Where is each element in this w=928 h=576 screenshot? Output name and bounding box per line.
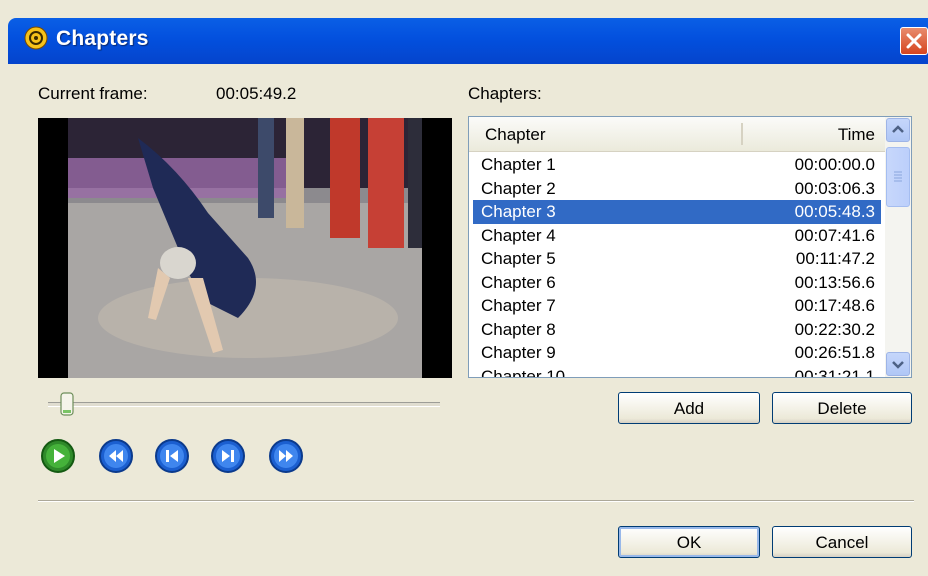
current-frame-label: Current frame: bbox=[38, 84, 148, 103]
chapters-dialog: Chapters Current frame: 00:05:49.2 Chapt… bbox=[0, 0, 928, 576]
chapter-rows: Chapter 1 00:00:00.0 Chapter 2 00:03:06.3 … bbox=[473, 153, 881, 378]
close-button[interactable] bbox=[900, 27, 928, 55]
list-item[interactable]: Chapter 7 00:17:48.6 bbox=[473, 294, 881, 318]
step-forward-button[interactable] bbox=[210, 438, 246, 474]
chapter-name: Chapter 1 bbox=[481, 155, 556, 174]
video-frame-image bbox=[38, 118, 452, 378]
chapter-time: 00:03:06.3 bbox=[794, 178, 875, 198]
chapters-label: Chapters: bbox=[468, 84, 542, 103]
video-preview bbox=[38, 118, 452, 378]
position-slider-thumb[interactable] bbox=[60, 392, 74, 416]
scroll-thumb[interactable] bbox=[886, 147, 910, 207]
list-item[interactable]: Chapter 4 00:07:41.6 bbox=[473, 224, 881, 248]
play-icon bbox=[41, 439, 75, 473]
chapter-name: Chapter 9 bbox=[481, 343, 556, 362]
chapter-name: Chapter 6 bbox=[481, 272, 556, 292]
rewind-icon bbox=[99, 439, 133, 473]
column-header-time[interactable]: Time bbox=[838, 125, 875, 145]
chapter-time: 00:00:00.0 bbox=[794, 155, 875, 174]
chevron-up-icon bbox=[892, 125, 904, 133]
position-slider-track[interactable] bbox=[48, 402, 440, 407]
chapter-time: 00:13:56.6 bbox=[794, 272, 875, 292]
close-icon bbox=[906, 33, 922, 49]
column-header-chapter[interactable]: Chapter bbox=[485, 125, 545, 145]
title-bar[interactable]: Chapters bbox=[8, 18, 928, 64]
chapter-name: Chapter 2 bbox=[481, 178, 556, 198]
add-button[interactable]: Add bbox=[618, 392, 760, 424]
chapter-name: Chapter 3 bbox=[481, 202, 556, 221]
chapter-time: 00:22:30.2 bbox=[794, 319, 875, 339]
current-frame-value: 00:05:49.2 bbox=[216, 84, 297, 103]
list-item[interactable]: Chapter 8 00:22:30.2 bbox=[473, 318, 881, 342]
column-divider[interactable] bbox=[741, 123, 743, 145]
window-title: Chapters bbox=[56, 27, 149, 50]
step-back-icon bbox=[155, 439, 189, 473]
chapter-time: 00:31:21.1 bbox=[794, 366, 875, 378]
step-back-button[interactable] bbox=[154, 438, 190, 474]
list-header: Chapter Time bbox=[469, 117, 885, 152]
delete-button[interactable]: Delete bbox=[772, 392, 912, 424]
chapter-time: 00:11:47.2 bbox=[795, 249, 875, 268]
cancel-button[interactable]: Cancel bbox=[772, 526, 912, 558]
scroll-up-button[interactable] bbox=[886, 118, 910, 142]
fast-forward-button[interactable] bbox=[268, 438, 304, 474]
chapters-list[interactable]: Chapter Time Chapter 1 00:00:00.0 Chapter… bbox=[468, 116, 912, 378]
scroll-down-button[interactable] bbox=[886, 352, 910, 376]
chapter-time: 00:26:51.8 bbox=[794, 343, 875, 362]
fast-forward-icon bbox=[269, 439, 303, 473]
step-forward-icon bbox=[211, 439, 245, 473]
app-icon bbox=[24, 26, 48, 50]
list-item[interactable]: Chapter 9 00:26:51.8 bbox=[473, 341, 881, 365]
chapter-name: Chapter 7 bbox=[481, 296, 556, 315]
rewind-button[interactable] bbox=[98, 438, 134, 474]
list-item-selected[interactable]: Chapter 3 00:05:48.3 bbox=[473, 200, 881, 224]
grip-icon bbox=[894, 171, 902, 182]
chapter-name: Chapter 8 bbox=[481, 319, 556, 339]
list-item[interactable]: Chapter 1 00:00:00.0 bbox=[473, 153, 881, 177]
chapter-name: Chapter 10 bbox=[481, 366, 566, 378]
chapter-time: 00:05:48.3 bbox=[794, 202, 875, 221]
list-item[interactable]: Chapter 2 00:03:06.3 bbox=[473, 177, 881, 201]
chapter-name: Chapter 4 bbox=[481, 225, 556, 245]
list-item[interactable]: Chapter 6 00:13:56.6 bbox=[473, 271, 881, 295]
chapter-time: 00:17:48.6 bbox=[794, 296, 875, 315]
ok-button[interactable]: OK bbox=[618, 526, 760, 558]
play-button[interactable] bbox=[40, 438, 76, 474]
chevron-down-icon bbox=[892, 361, 904, 369]
vertical-scrollbar[interactable] bbox=[885, 117, 911, 377]
chapter-time: 00:07:41.6 bbox=[794, 225, 875, 245]
list-item[interactable]: Chapter 5 00:11:47.2 bbox=[473, 247, 881, 271]
chapter-name: Chapter 5 bbox=[481, 249, 556, 268]
separator bbox=[38, 500, 914, 502]
list-item[interactable]: Chapter 10 00:31:21.1 bbox=[473, 365, 881, 378]
